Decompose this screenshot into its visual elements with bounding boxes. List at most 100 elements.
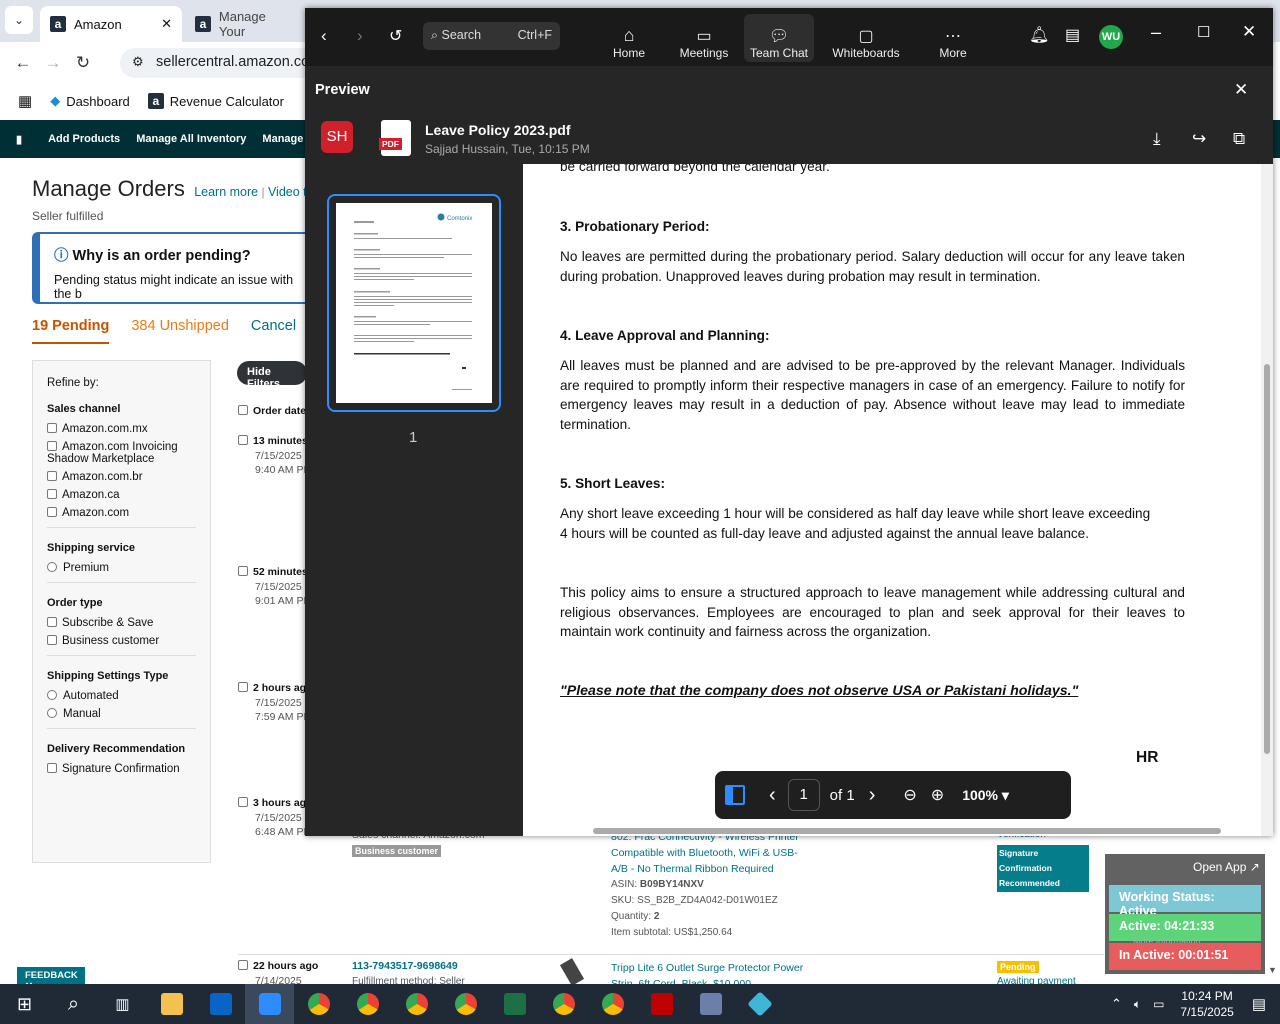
nav-home[interactable]: ⌂ Home bbox=[602, 14, 656, 62]
filter-option[interactable]: Amazon.com bbox=[47, 507, 196, 519]
minimize-icon[interactable]: – bbox=[1151, 22, 1161, 43]
row-checkbox[interactable] bbox=[238, 960, 248, 970]
task-view-button[interactable]: ▥ bbox=[98, 984, 147, 1024]
checkbox[interactable] bbox=[47, 635, 57, 645]
filter-option[interactable]: Amazon.com.mx bbox=[47, 423, 196, 435]
select-all-checkbox[interactable] bbox=[238, 405, 248, 415]
share-icon[interactable]: ↪ bbox=[1192, 129, 1206, 149]
back-icon[interactable]: ‹ bbox=[321, 26, 327, 46]
next-page-icon[interactable]: › bbox=[869, 784, 876, 807]
checkbox[interactable] bbox=[47, 471, 57, 481]
nav-manage-inventory[interactable]: Manage All Inventory bbox=[136, 133, 246, 145]
tab-search-button[interactable]: ⌄ bbox=[5, 6, 33, 34]
checkbox[interactable] bbox=[47, 763, 57, 773]
network-icon[interactable]: ▭ bbox=[1153, 997, 1164, 1011]
hide-filters-button[interactable]: Hide Filters bbox=[237, 361, 307, 390]
nav-add-products[interactable]: Add Products bbox=[48, 133, 120, 145]
tab-pending[interactable]: 19 Pending bbox=[32, 318, 110, 344]
filter-option[interactable]: Subscribe & Save bbox=[47, 617, 196, 629]
open-app-button[interactable]: Open App ↗ bbox=[1193, 860, 1260, 874]
back-icon[interactable]: ← bbox=[8, 48, 38, 78]
clock[interactable]: 10:24 PM 7/15/2025 bbox=[1180, 988, 1233, 1020]
row-checkbox[interactable] bbox=[238, 435, 248, 445]
row-checkbox[interactable] bbox=[238, 797, 248, 807]
filter-option[interactable]: Amazon.com.br bbox=[47, 471, 196, 483]
tab-amazon[interactable]: a Amazon ✕ bbox=[40, 6, 182, 42]
tab-manage[interactable]: a Manage Your bbox=[185, 6, 305, 42]
radio-button[interactable] bbox=[47, 708, 57, 718]
app-chrome-4[interactable] bbox=[441, 984, 490, 1024]
close-tab-icon[interactable]: ✕ bbox=[161, 16, 172, 32]
app-excel[interactable] bbox=[490, 984, 539, 1024]
forward-icon[interactable]: › bbox=[357, 26, 363, 46]
bookmark-revenue-calculator[interactable]: a Revenue Calculator bbox=[147, 93, 284, 109]
download-icon[interactable]: ⤓ bbox=[1153, 129, 1161, 149]
app-chrome-2[interactable] bbox=[343, 984, 392, 1024]
zoom-in-icon[interactable]: ⊕ bbox=[931, 785, 944, 805]
maximize-icon[interactable]: ☐ bbox=[1197, 23, 1210, 41]
search-bar[interactable]: ⌕ Search Ctrl+F bbox=[423, 22, 560, 50]
app-other[interactable] bbox=[735, 984, 784, 1024]
filter-option[interactable]: Amazon.com Invoicing Shadow Marketplace bbox=[47, 441, 196, 465]
radio-button[interactable] bbox=[47, 562, 57, 572]
app-outlook[interactable] bbox=[196, 984, 245, 1024]
previous-page-icon[interactable]: ‹ bbox=[769, 784, 776, 807]
avatar[interactable]: WU bbox=[1099, 25, 1123, 49]
order-id-link[interactable]: 113-7943517-9698649 bbox=[352, 960, 458, 972]
app-chrome-1[interactable] bbox=[294, 984, 343, 1024]
app-chrome-3[interactable] bbox=[392, 984, 441, 1024]
history-icon[interactable]: ↺ bbox=[389, 26, 402, 46]
app-chrome-6[interactable] bbox=[588, 984, 637, 1024]
start-button[interactable]: ⊞ bbox=[0, 984, 49, 1024]
open-external-icon[interactable]: ⧉ bbox=[1233, 129, 1245, 149]
sidebar-toggle-icon[interactable] bbox=[725, 785, 745, 805]
bell-icon[interactable]: 🔔︎ bbox=[1029, 25, 1049, 45]
reload-icon[interactable]: ↻ bbox=[68, 48, 98, 78]
learn-more-link[interactable]: Learn more bbox=[194, 185, 258, 199]
forward-icon[interactable]: → bbox=[38, 48, 68, 78]
chevron-up-icon[interactable]: ⌃ bbox=[1111, 996, 1122, 1012]
bookmark-dashboard[interactable]: ◆ Dashboard bbox=[50, 93, 130, 109]
tab-unshipped[interactable]: 384 Unshipped bbox=[131, 318, 229, 344]
checkbox[interactable] bbox=[47, 507, 57, 517]
row-checkbox[interactable] bbox=[238, 682, 248, 692]
filter-option[interactable]: Manual bbox=[47, 708, 196, 720]
filter-option[interactable]: Amazon.ca bbox=[47, 489, 196, 501]
product-link[interactable]: 802: Frac Connectivity - Wireless Printe… bbox=[611, 829, 801, 877]
zoom-out-icon[interactable]: ⊖ bbox=[903, 785, 916, 805]
row-checkbox[interactable] bbox=[238, 566, 248, 576]
app-chrome-5[interactable] bbox=[539, 984, 588, 1024]
filter-option[interactable]: Business customer bbox=[47, 635, 196, 647]
search-button[interactable]: ⌕ bbox=[49, 984, 98, 1024]
filter-option[interactable]: Signature Confirmation bbox=[47, 763, 196, 775]
checkbox[interactable] bbox=[47, 489, 57, 499]
app-file-explorer[interactable] bbox=[147, 984, 196, 1024]
filter-option[interactable]: Automated bbox=[47, 690, 196, 702]
checkbox[interactable] bbox=[47, 423, 57, 433]
app-calculator[interactable] bbox=[686, 984, 735, 1024]
close-preview-icon[interactable]: ✕ bbox=[1234, 80, 1248, 100]
apps-grid-icon[interactable]: ▦ bbox=[18, 92, 32, 110]
close-icon[interactable]: ✕ bbox=[1242, 22, 1256, 42]
scrollbar-thumb[interactable] bbox=[1264, 364, 1270, 754]
volume-icon[interactable]: 🔈︎ bbox=[1134, 997, 1141, 1012]
page-number-input[interactable]: 1 bbox=[787, 779, 820, 811]
tab-canceled[interactable]: Cancel bbox=[251, 318, 296, 344]
feedback-button[interactable]: FEEDBACK ✕ bbox=[17, 967, 85, 992]
scroll-down-icon[interactable]: ▼ bbox=[1268, 965, 1280, 985]
app-zoom[interactable] bbox=[245, 984, 294, 1024]
pdf-scrollbar[interactable] bbox=[1261, 164, 1273, 836]
nav-meetings[interactable]: ▭ Meetings bbox=[675, 14, 733, 62]
nav-more[interactable]: ⋯ More bbox=[933, 14, 973, 62]
checkbox[interactable] bbox=[47, 441, 57, 451]
checkbox[interactable] bbox=[47, 617, 57, 627]
horizontal-scrollbar[interactable] bbox=[593, 828, 1221, 834]
site-info-icon[interactable]: ⚙ bbox=[132, 54, 144, 70]
bookmark-icon[interactable]: ▮ bbox=[16, 133, 22, 146]
filter-option[interactable]: Premium bbox=[47, 562, 196, 574]
notification-icon[interactable]: ▤ bbox=[1252, 995, 1266, 1013]
radio-button[interactable] bbox=[47, 690, 57, 700]
zoom-level-select[interactable]: 100% ▾ bbox=[962, 787, 1009, 804]
product-link[interactable]: Tripp Lite 6 Outlet Surge Protector Powe… bbox=[611, 960, 811, 984]
nav-whiteboards[interactable]: ▢ Whiteboards bbox=[828, 14, 904, 62]
